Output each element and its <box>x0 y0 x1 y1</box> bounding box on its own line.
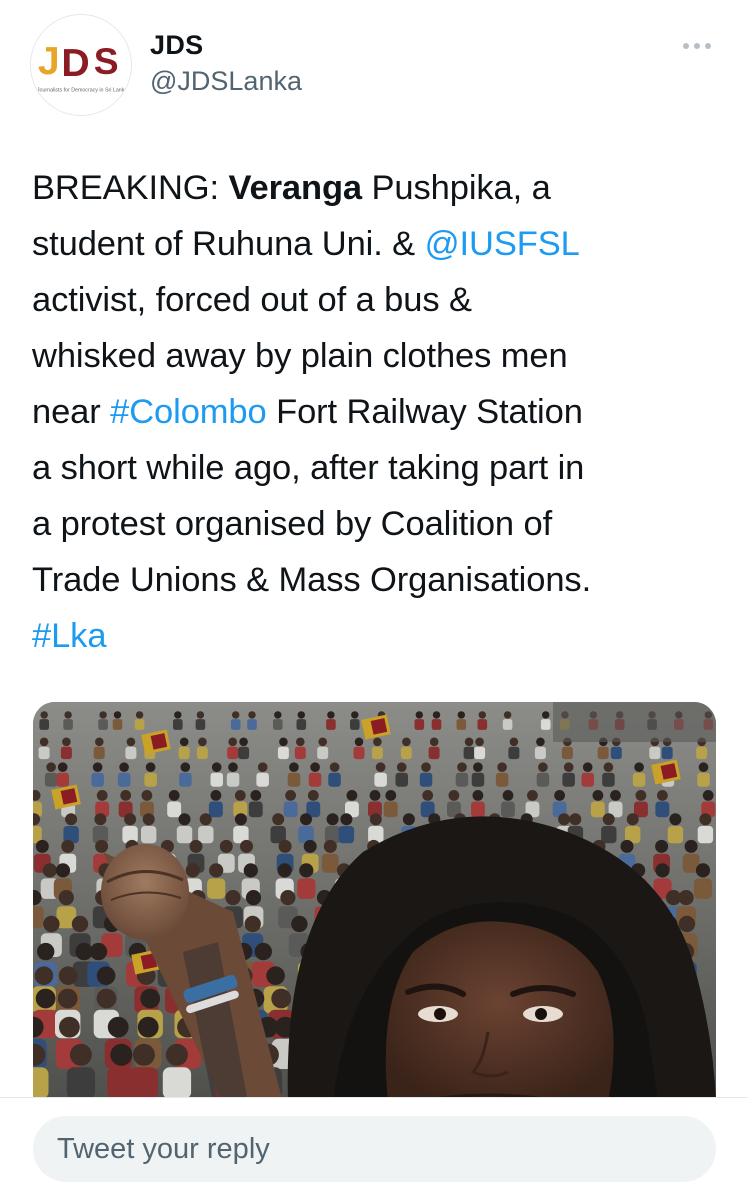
protest-photo <box>33 702 716 1102</box>
reply-bar <box>0 1097 748 1200</box>
jds-logo: J D S Journalists for Democracy in Sri L… <box>31 15 131 115</box>
svg-text:D: D <box>61 42 89 85</box>
reply-input[interactable] <box>33 1116 716 1182</box>
text-segment: Pushpika, a <box>362 169 551 207</box>
tweet-text: BREAKING: Veranga Pushpika, a student of … <box>32 160 722 664</box>
text-segment: BREAKING: <box>32 169 229 207</box>
text-segment: activist, forced out of a bus & <box>32 281 472 319</box>
tweet-text-line: Trade Unions & Mass Organisations. <box>32 552 722 608</box>
tweet-text-line: near #Colombo Fort Railway Station <box>32 384 722 440</box>
tweet-text-line: #Lka <box>32 608 722 664</box>
tweet-text-line: a protest organised by Coalition of <box>32 496 722 552</box>
tweet-photo[interactable] <box>33 702 716 1102</box>
svg-text:S: S <box>94 40 119 82</box>
bold-text: Veranga <box>228 169 363 207</box>
hashtag-link[interactable]: #Colombo <box>110 393 267 431</box>
tweet-text-line: BREAKING: Veranga Pushpika, a <box>32 160 722 216</box>
text-segment: student of Ruhuna Uni. & <box>32 225 425 263</box>
more-options-icon[interactable] <box>680 36 716 56</box>
text-segment: near <box>32 393 111 431</box>
text-segment: Trade Unions & Mass Organisations. <box>32 561 592 599</box>
tweet-text-line: whisked away by plain clothes men <box>32 328 722 384</box>
tweet-text-line: a short while ago, after taking part in <box>32 440 722 496</box>
author-name[interactable]: JDS <box>150 30 203 61</box>
mention-link[interactable]: @IUSFSL <box>425 225 580 263</box>
text-segment: Fort Railway Station <box>266 393 583 431</box>
text-segment: a short while ago, after taking part in <box>32 449 585 487</box>
hashtag-link[interactable]: #Lka <box>32 617 107 655</box>
tweet-header: J D S Journalists for Democracy in Sri L… <box>0 0 748 130</box>
text-segment: whisked away by plain clothes men <box>32 337 568 375</box>
tweet-text-line: activist, forced out of a bus & <box>32 272 722 328</box>
avatar[interactable]: J D S Journalists for Democracy in Sri L… <box>30 14 132 116</box>
author-handle[interactable]: @JDSLanka <box>150 66 302 97</box>
svg-text:Journalists for Democracy in S: Journalists for Democracy in Sri Lanka <box>37 87 127 93</box>
svg-text:J: J <box>38 40 60 83</box>
text-segment: a protest organised by Coalition of <box>32 505 553 543</box>
tweet-text-line: student of Ruhuna Uni. & @IUSFSL <box>32 216 722 272</box>
